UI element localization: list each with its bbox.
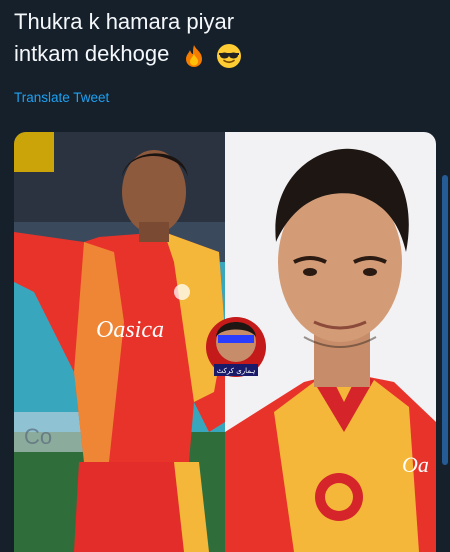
badge-caption: ہماری کرکٹ <box>217 367 256 375</box>
tweet-media-image[interactable]: Co Oasica Oa ہماری کرکٹ <box>14 132 436 552</box>
tweet-line-1: Thukra k hamara piyar <box>14 9 235 34</box>
right-jersey-text: Oa <box>402 452 429 477</box>
translate-tweet-link[interactable]: Translate Tweet <box>14 90 109 105</box>
svg-text:Co: Co <box>24 424 52 449</box>
tweet-line-2: intkam dekhoge <box>14 41 170 66</box>
sunglasses-emoji-icon <box>216 43 242 69</box>
tweet-line-2-wrap: intkam dekhoge <box>14 38 434 71</box>
fire-emoji-icon <box>181 43 207 69</box>
tweet-text: Thukra k hamara piyar intkam dekhoge <box>14 6 434 71</box>
watermark-badge: ہماری کرکٹ <box>206 317 266 377</box>
scrollbar[interactable] <box>442 175 448 465</box>
left-jersey-text: Oasica <box>96 317 164 343</box>
emoji-row <box>179 39 241 71</box>
